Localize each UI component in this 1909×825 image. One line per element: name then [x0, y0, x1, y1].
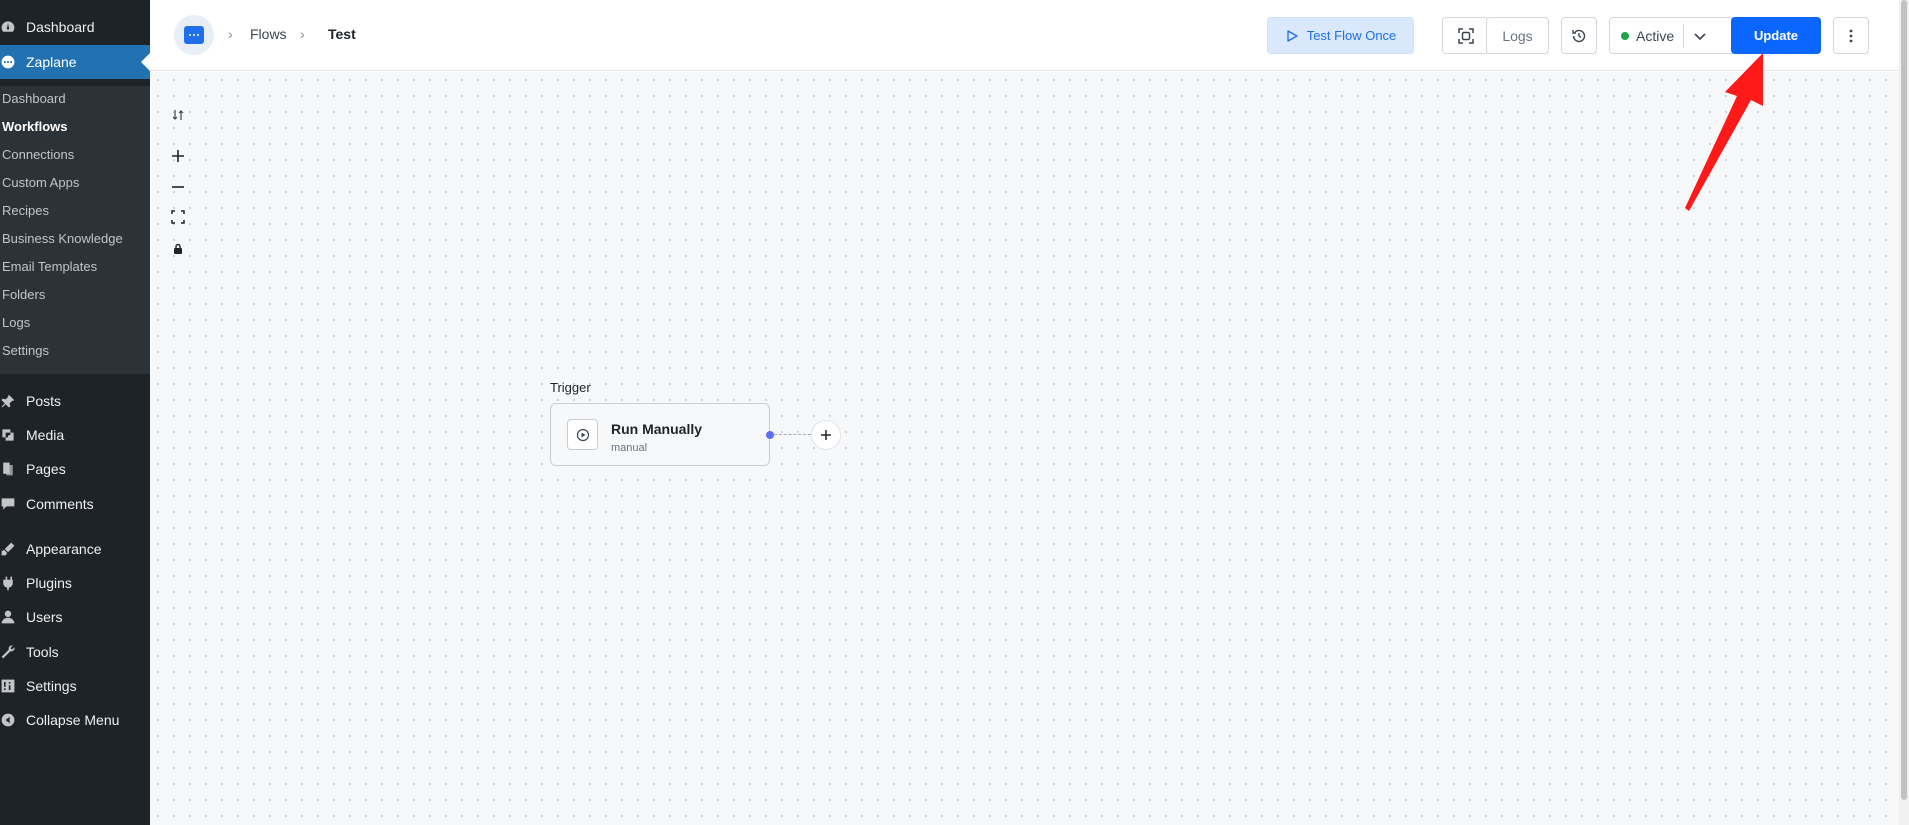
submenu-item-email-templates[interactable]: Email Templates — [2, 256, 97, 278]
fullscreen-icon — [171, 210, 185, 224]
chevron-down-icon[interactable] — [1691, 27, 1709, 45]
fit-view-button[interactable] — [168, 207, 188, 227]
logs-button[interactable]: Logs — [1486, 17, 1549, 54]
brush-icon — [0, 541, 16, 557]
flow-header: › Flows › Test Test Flow Once Logs Activ… — [150, 0, 1909, 71]
settings-icon — [0, 678, 16, 694]
sidebar-item-label: Posts — [26, 393, 62, 409]
zoom-in-button[interactable] — [168, 146, 188, 166]
pages-icon — [0, 461, 16, 477]
sidebar-item-comments[interactable]: Comments — [0, 487, 150, 521]
admin-sidebar: Dashboard Zaplane Dashboard Workflows Co… — [0, 0, 150, 825]
sidebar-item-media[interactable]: Media — [0, 418, 150, 452]
collapse-icon — [0, 712, 16, 728]
sidebar-item-plugins[interactable]: Plugins — [0, 566, 150, 600]
sidebar-item-users[interactable]: Users — [0, 600, 150, 634]
submenu-item-recipes[interactable]: Recipes — [2, 200, 49, 222]
sidebar-item-pages[interactable]: Pages — [0, 452, 150, 486]
lock-canvas-button[interactable] — [168, 239, 188, 259]
sidebar-item-posts[interactable]: Posts — [0, 384, 150, 418]
test-flow-once-button[interactable]: Test Flow Once — [1267, 17, 1414, 54]
play-circle-icon — [567, 419, 598, 450]
sidebar-item-label: Users — [26, 609, 63, 625]
update-label: Update — [1753, 28, 1799, 43]
zoom-out-button[interactable] — [168, 177, 188, 197]
sidebar-item-appearance[interactable]: Appearance — [0, 532, 150, 566]
history-button[interactable] — [1561, 17, 1597, 54]
dashboard-icon — [0, 19, 16, 35]
kebab-menu-icon — [1849, 29, 1853, 42]
add-step-button[interactable] — [811, 420, 841, 450]
wrench-icon — [0, 644, 16, 660]
sort-arrows-icon — [172, 110, 184, 120]
test-flow-label: Test Flow Once — [1306, 28, 1397, 43]
sidebar-item-zaplane[interactable]: Zaplane — [0, 45, 150, 79]
node-output-port[interactable] — [766, 431, 774, 439]
play-icon — [1287, 29, 1298, 42]
sidebar-item-label: Media — [26, 427, 65, 443]
history-icon — [1572, 29, 1586, 42]
status-divider — [1683, 24, 1684, 48]
dashed-connector — [774, 434, 811, 435]
submenu-item-custom-apps[interactable]: Custom Apps — [2, 172, 79, 194]
sidebar-item-label: Plugins — [26, 575, 72, 591]
sidebar-item-label: Dashboard — [26, 19, 95, 35]
zaplane-icon — [0, 54, 16, 70]
sidebar-item-label: Settings — [26, 678, 77, 694]
plugin-icon — [0, 575, 16, 591]
submenu-item-business-knowledge[interactable]: Business Knowledge — [2, 228, 123, 250]
status-label: Active — [1636, 27, 1675, 44]
page-scrollbar[interactable] — [1899, 0, 1909, 825]
node-title: Run Manually — [611, 421, 703, 437]
node-subtitle: manual — [611, 442, 648, 454]
pin-icon — [0, 393, 16, 409]
submenu-item-settings[interactable]: Settings — [2, 340, 49, 362]
plus-icon — [172, 150, 184, 162]
layout-toggle-button[interactable] — [168, 105, 188, 125]
breadcrumb-flows[interactable]: Flows — [250, 26, 287, 42]
trigger-section-label: Trigger — [550, 380, 591, 395]
sidebar-item-label: Pages — [26, 461, 66, 477]
chevron-right-icon: › — [300, 26, 305, 42]
annotation-arrow-icon — [1685, 53, 1763, 211]
submenu-item-folders[interactable]: Folders — [2, 284, 45, 306]
sidebar-item-label: Comments — [26, 496, 94, 512]
comment-icon — [0, 496, 16, 512]
sidebar-item-label: Tools — [26, 644, 59, 660]
submenu-item-dashboard[interactable]: Dashboard — [2, 88, 66, 110]
submenu-item-logs[interactable]: Logs — [2, 312, 30, 334]
flow-canvas[interactable] — [150, 72, 1900, 825]
plus-icon — [821, 430, 831, 440]
sidebar-item-tools[interactable]: Tools — [0, 635, 150, 669]
screenshot-button[interactable] — [1442, 17, 1489, 54]
sidebar-item-label: Collapse Menu — [26, 712, 120, 728]
collapse-menu-button[interactable]: Collapse Menu — [0, 703, 150, 737]
scrollbar-thumb[interactable] — [1901, 0, 1907, 800]
sidebar-item-dashboard[interactable]: Dashboard — [0, 10, 150, 44]
user-icon — [0, 609, 16, 625]
media-icon — [0, 427, 16, 443]
logs-label: Logs — [1502, 27, 1533, 44]
breadcrumb-current: Test — [328, 26, 356, 42]
trigger-node[interactable]: Run Manually manual — [550, 403, 770, 466]
capture-icon — [1457, 27, 1474, 44]
sidebar-submenu: Dashboard Workflows Connections Custom A… — [0, 86, 150, 374]
chevron-right-icon: › — [228, 26, 233, 42]
submenu-item-workflows[interactable]: Workflows — [2, 116, 68, 138]
lock-icon — [174, 243, 182, 254]
current-arrow — [141, 53, 150, 71]
more-options-button[interactable] — [1833, 17, 1869, 54]
sidebar-item-settings[interactable]: Settings — [0, 669, 150, 703]
sidebar-item-label: Zaplane — [26, 54, 77, 70]
zaplane-logo-icon — [184, 26, 204, 44]
app-logo[interactable] — [174, 15, 214, 55]
submenu-item-connections[interactable]: Connections — [2, 144, 74, 166]
sidebar-item-label: Appearance — [26, 541, 102, 557]
status-active-dot — [1621, 31, 1629, 40]
minus-icon — [172, 186, 184, 188]
